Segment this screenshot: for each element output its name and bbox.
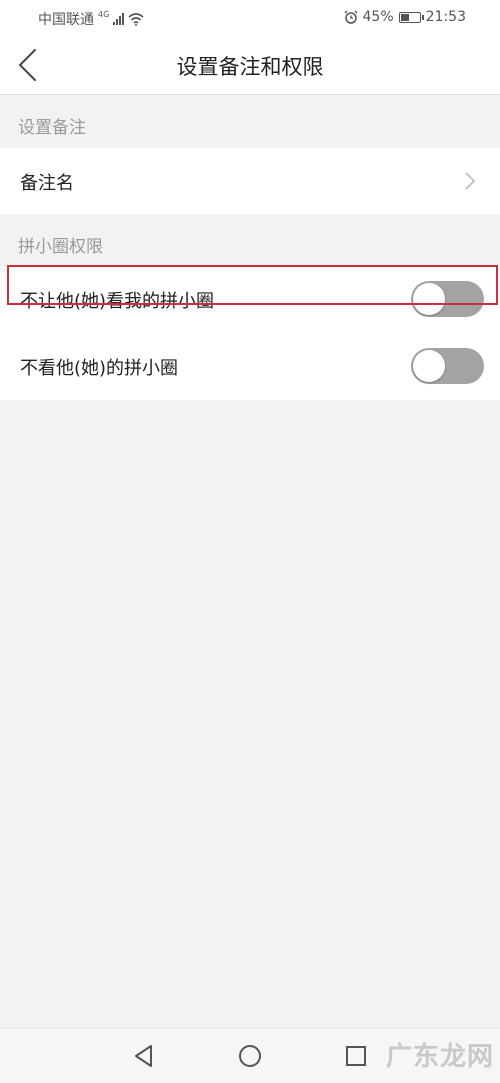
highlight-annotation-box <box>7 265 498 305</box>
alarm-icon <box>344 10 357 24</box>
battery-icon <box>398 11 424 23</box>
remark-name-label: 备注名 <box>20 173 74 194</box>
status-left: 中国联通 4G <box>38 9 144 29</box>
signal-icon <box>113 13 125 25</box>
wifi-icon <box>128 12 144 26</box>
watermark-text: 广东龙网 <box>385 1042 494 1072</box>
page-title: 设置备注和权限 <box>176 55 324 79</box>
clock: 21:53 <box>425 9 466 25</box>
permission-section-header: 拼小圈权限 <box>18 237 103 257</box>
nav-bar: 设置备注和权限 <box>0 36 500 95</box>
battery-percent: 45% <box>362 9 394 25</box>
carrier-name: 中国联通 <box>38 12 94 28</box>
hide-their-circle-label: 不看他(她)的拼小圈 <box>20 358 179 379</box>
chevron-right-icon <box>465 172 476 190</box>
remark-section-header: 设置备注 <box>18 118 86 138</box>
nav-back-icon[interactable] <box>130 1042 158 1070</box>
status-right: 45% 21:53 <box>344 9 466 25</box>
status-bar: 中国联通 4G 45% 21:53 <box>0 0 500 36</box>
nav-home-icon[interactable] <box>236 1042 264 1070</box>
toggle-knob <box>413 350 445 382</box>
network-type: 4G <box>98 10 110 19</box>
nav-recents-icon[interactable] <box>342 1042 370 1070</box>
battery-fill <box>400 13 409 21</box>
hide-their-circle-toggle[interactable] <box>411 348 484 384</box>
system-nav-bar: 广东龙网 <box>0 1028 500 1083</box>
remark-name-row[interactable]: 备注名 <box>0 148 500 214</box>
permission-row-hide-their-circle: 不看他(她)的拼小圈 <box>0 333 500 400</box>
